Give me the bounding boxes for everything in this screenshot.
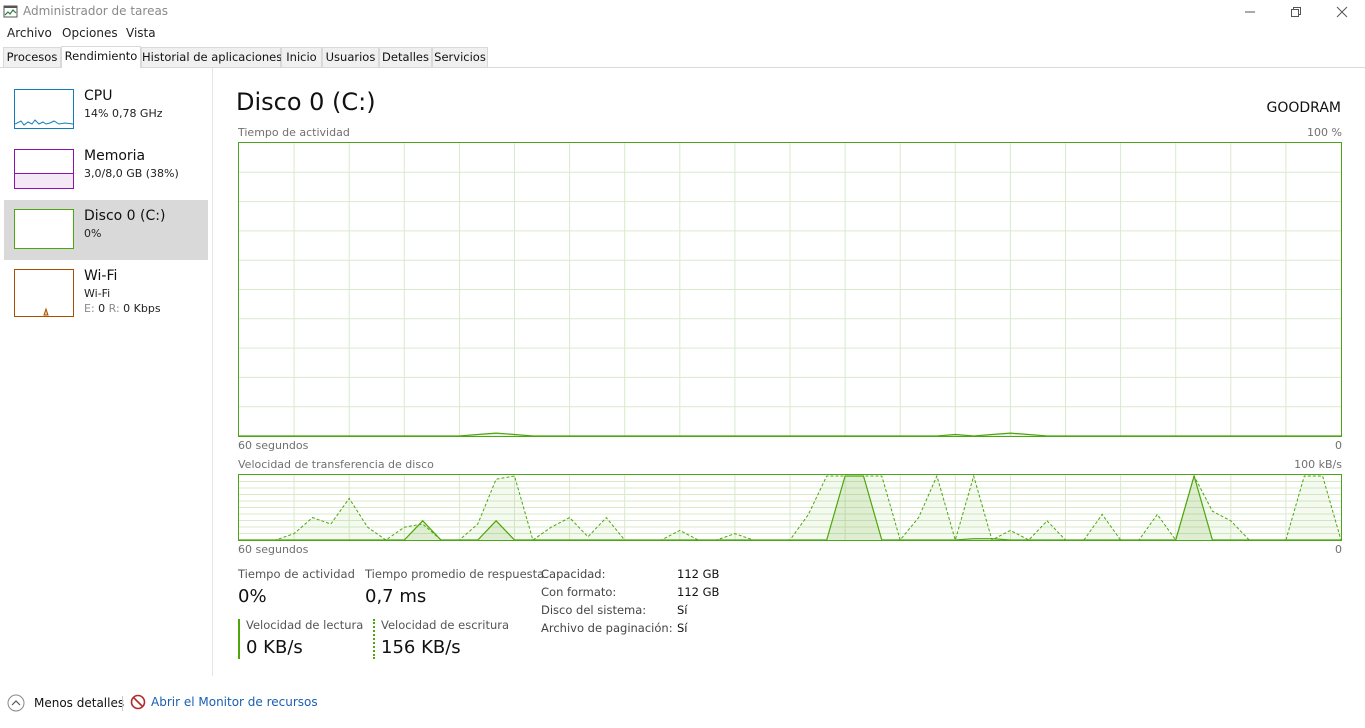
cpu-detail: 14% 0,78 GHz bbox=[84, 107, 163, 120]
wifi-send-label: E: bbox=[84, 302, 95, 315]
resource-monitor-icon bbox=[130, 694, 146, 710]
wifi-throughput: E: 0 R: 0 Kbps bbox=[84, 302, 161, 315]
activity-chart-time: 60 segundos bbox=[238, 439, 309, 452]
disk-thumbnail bbox=[14, 209, 74, 249]
formatted-key: Con formato: bbox=[541, 585, 617, 599]
sidebar-item-wifi[interactable]: Wi-Fi Wi-Fi E: 0 R: 0 Kbps bbox=[4, 260, 208, 320]
menu-archivo[interactable]: Archivo bbox=[7, 26, 52, 40]
tab-inicio[interactable]: Inicio bbox=[281, 47, 322, 67]
footer-divider bbox=[122, 696, 123, 711]
activity-chart-min: 0 bbox=[1335, 439, 1342, 452]
close-icon bbox=[1336, 6, 1348, 18]
transfer-chart-max: 100 kB/s bbox=[1294, 458, 1342, 471]
transfer-chart bbox=[238, 473, 1342, 542]
tab-usuarios[interactable]: Usuarios bbox=[322, 47, 379, 67]
capacity-key: Capacidad: bbox=[541, 567, 606, 581]
transfer-chart-label: Velocidad de transferencia de disco bbox=[238, 458, 434, 471]
activity-stat-value: 0% bbox=[238, 586, 267, 607]
menu-bar: Archivo Opciones Vista bbox=[0, 24, 1365, 42]
disk-model: GOODRAM bbox=[1266, 100, 1341, 116]
tab-rendimiento[interactable]: Rendimiento bbox=[61, 46, 141, 68]
minimize-icon bbox=[1245, 11, 1255, 13]
tab-bar: Procesos Rendimiento Historial de aplica… bbox=[0, 46, 1365, 68]
wifi-recv-label: R: bbox=[108, 302, 120, 315]
formatted-value: 112 GB bbox=[677, 585, 720, 599]
wifi-recv-value: 0 Kbps bbox=[123, 302, 161, 315]
tab-servicios[interactable]: Servicios bbox=[432, 47, 488, 67]
restore-button[interactable] bbox=[1273, 0, 1319, 24]
cpu-thumbnail bbox=[14, 89, 74, 129]
system-disk-value: Sí bbox=[677, 603, 688, 617]
menu-opciones[interactable]: Opciones bbox=[62, 26, 118, 40]
disk-detail-panel: Disco 0 (C:) GOODRAM Tiempo de actividad… bbox=[236, 68, 1346, 676]
write-speed-marker bbox=[373, 619, 375, 659]
activity-chart-label: Tiempo de actividad bbox=[238, 126, 350, 139]
less-details-button[interactable]: Menos detalles bbox=[7, 694, 124, 712]
close-button[interactable] bbox=[1319, 0, 1365, 24]
minimize-button[interactable] bbox=[1227, 0, 1273, 24]
memory-thumbnail bbox=[14, 149, 74, 189]
capacity-value: 112 GB bbox=[677, 567, 720, 581]
response-stat-label: Tiempo promedio de respuesta bbox=[365, 567, 545, 581]
wifi-detail: Wi-Fi bbox=[84, 287, 111, 300]
task-manager-icon bbox=[3, 5, 18, 18]
tab-procesos[interactable]: Procesos bbox=[3, 47, 61, 67]
response-stat-value: 0,7 ms bbox=[365, 586, 427, 607]
page-file-value: Sí bbox=[677, 621, 688, 635]
read-stat-value: 0 KB/s bbox=[246, 637, 303, 658]
tab-historial[interactable]: Historial de aplicaciones bbox=[141, 47, 282, 67]
wifi-thumbnail bbox=[14, 269, 74, 317]
read-stat-label: Velocidad de lectura bbox=[246, 618, 364, 632]
read-speed-marker bbox=[238, 619, 240, 659]
write-stat-value: 156 KB/s bbox=[381, 637, 461, 658]
sidebar-item-memory[interactable]: Memoria 3,0/8,0 GB (38%) bbox=[4, 140, 208, 200]
chevron-up-circle-icon bbox=[7, 694, 25, 712]
performance-sidebar: CPU 14% 0,78 GHz Memoria 3,0/8,0 GB (38%… bbox=[0, 68, 213, 676]
sidebar-item-cpu[interactable]: CPU 14% 0,78 GHz bbox=[4, 80, 208, 140]
activity-chart-svg bbox=[239, 143, 1341, 437]
wifi-send-value: 0 bbox=[98, 302, 106, 315]
title-bar: Administrador de tareas bbox=[0, 0, 1365, 24]
page-file-key: Archivo de paginación: bbox=[541, 621, 673, 635]
memory-detail: 3,0/8,0 GB (38%) bbox=[84, 167, 179, 180]
system-disk-key: Disco del sistema: bbox=[541, 603, 647, 617]
window-title: Administrador de tareas bbox=[23, 4, 169, 18]
write-stat-label: Velocidad de escritura bbox=[381, 618, 510, 632]
restore-icon bbox=[1291, 7, 1301, 17]
resource-monitor-label: Abrir el Monitor de recursos bbox=[151, 695, 318, 709]
menu-vista[interactable]: Vista bbox=[126, 26, 156, 40]
cpu-name: CPU bbox=[84, 88, 113, 104]
disk-title: Disco 0 (C:) bbox=[236, 88, 376, 116]
transfer-chart-svg bbox=[239, 473, 1342, 542]
resource-monitor-link[interactable]: Abrir el Monitor de recursos bbox=[130, 694, 318, 710]
activity-chart bbox=[238, 142, 1342, 437]
wifi-name: Wi-Fi bbox=[84, 268, 118, 284]
sidebar-item-disk[interactable]: Disco 0 (C:) 0% bbox=[4, 200, 208, 260]
footer-bar: Menos detalles Abrir el Monitor de recur… bbox=[0, 690, 1365, 718]
activity-chart-max: 100 % bbox=[1307, 126, 1342, 139]
activity-stat-label: Tiempo de actividad bbox=[238, 567, 355, 581]
disk-name: Disco 0 (C:) bbox=[84, 208, 166, 224]
disk-detail: 0% bbox=[84, 227, 102, 240]
transfer-chart-min: 0 bbox=[1335, 543, 1342, 556]
tab-detalles[interactable]: Detalles bbox=[379, 47, 432, 67]
memory-name: Memoria bbox=[84, 148, 146, 164]
transfer-chart-time: 60 segundos bbox=[238, 543, 309, 556]
less-details-label: Menos detalles bbox=[34, 696, 125, 710]
